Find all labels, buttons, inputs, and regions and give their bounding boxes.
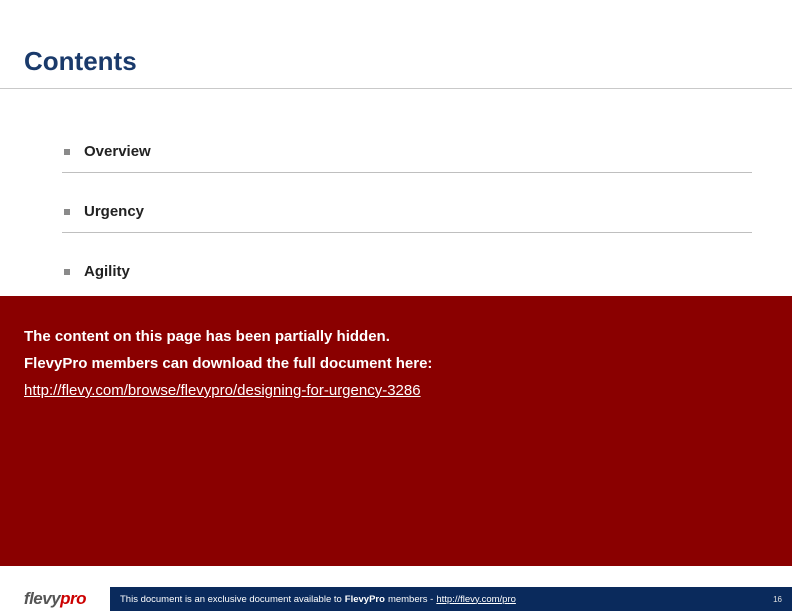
footer-link[interactable]: http://flevy.com/pro: [436, 594, 516, 605]
overlay-download-link[interactable]: http://flevy.com/browse/flevypro/designi…: [24, 382, 421, 399]
title-divider: [0, 88, 792, 89]
bullet-icon: [64, 269, 70, 275]
footer: flevypro This document is an exclusive d…: [0, 586, 792, 612]
page-title: Contents: [24, 46, 137, 77]
flevypro-logo: flevypro: [0, 586, 110, 612]
toc-label: Agility: [84, 263, 130, 280]
slide-container: Contents Overview Urgency Agility The co…: [0, 0, 792, 612]
toc-label: Urgency: [84, 203, 144, 220]
toc-item-overview: Overview: [62, 135, 752, 173]
table-of-contents: Overview Urgency Agility: [62, 135, 752, 314]
bullet-icon: [64, 149, 70, 155]
toc-label: Overview: [84, 143, 151, 160]
footer-text-mid: members -: [388, 594, 433, 605]
page-number: 16: [773, 595, 782, 604]
overlay-message-2: FlevyPro members can download the full d…: [24, 355, 768, 372]
toc-item-agility: Agility: [62, 255, 752, 292]
logo-part-flevy: flevy: [24, 589, 60, 608]
hidden-content-overlay: The content on this page has been partia…: [0, 296, 792, 566]
footer-text-bold: FlevyPro: [345, 594, 385, 605]
logo-part-pro: pro: [60, 589, 86, 608]
footer-bar: This document is an exclusive document a…: [110, 587, 792, 611]
overlay-message-1: The content on this page has been partia…: [24, 328, 768, 345]
bullet-icon: [64, 209, 70, 215]
footer-text-prefix: This document is an exclusive document a…: [120, 594, 342, 605]
toc-item-urgency: Urgency: [62, 195, 752, 233]
